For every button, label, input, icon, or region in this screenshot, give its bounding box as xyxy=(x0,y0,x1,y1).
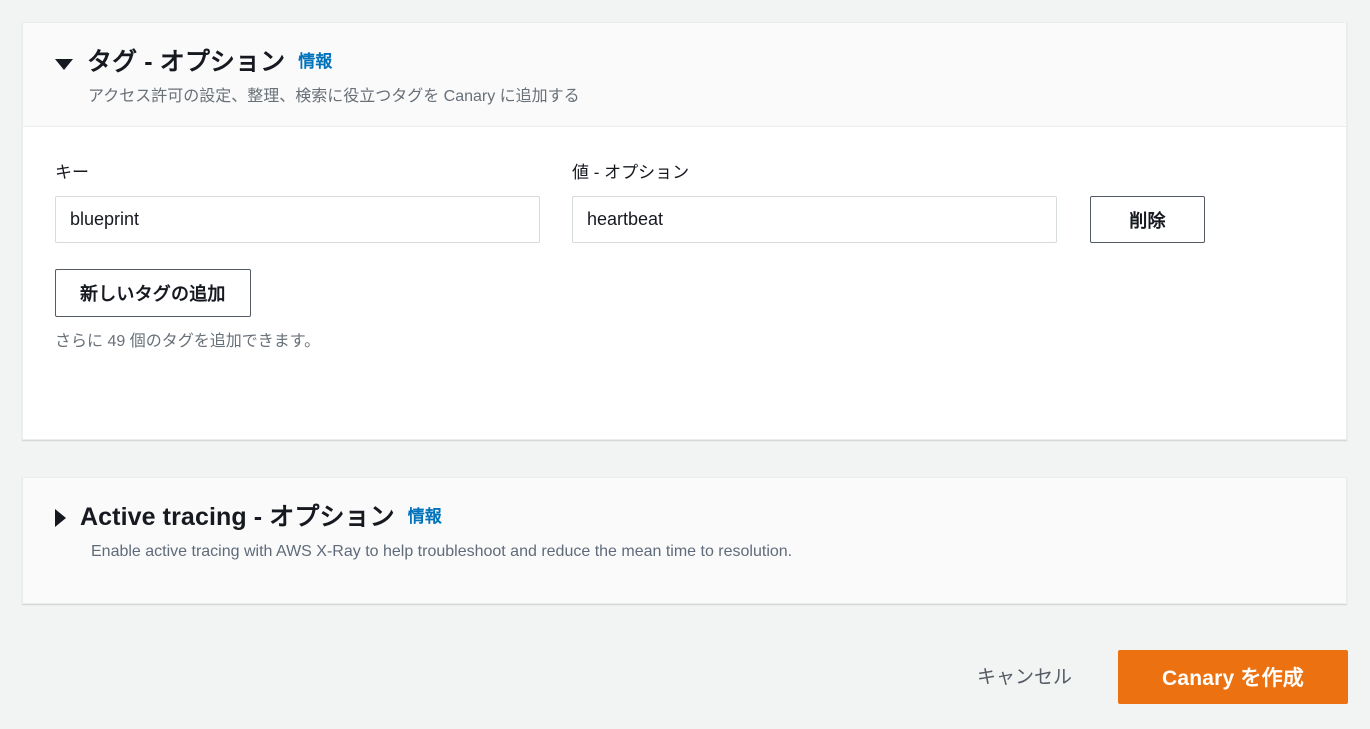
active-tracing-description: Enable active tracing with AWS X-Ray to … xyxy=(91,542,793,560)
remaining-tags-hint: さらに 49 個のタグを追加できます。 xyxy=(55,333,321,351)
active-tracing-panel-header[interactable]: Active tracing - オプション 情報 Enable active … xyxy=(23,478,1346,581)
tag-key-input[interactable] xyxy=(55,196,540,244)
active-tracing-panel: Active tracing - オプション 情報 Enable active … xyxy=(22,477,1347,604)
value-column-label-wrapper: 値 - オプション xyxy=(572,163,1057,183)
tag-row: 削除 xyxy=(55,196,1314,244)
remove-tag-button[interactable]: 削除 xyxy=(1090,196,1205,244)
key-input-wrapper xyxy=(55,196,540,244)
add-new-tag-button[interactable]: 新しいタグの追加 xyxy=(55,269,251,318)
tags-info-link[interactable]: 情報 xyxy=(298,53,332,72)
key-label: キー xyxy=(55,162,89,182)
tag-value-input[interactable] xyxy=(572,196,1057,244)
remove-button-wrapper: 削除 xyxy=(1090,196,1205,244)
tags-panel-body: キー 値 - オプション 削除 新しいタグの追加 さらに 49 xyxy=(23,127,1346,351)
tags-panel-header[interactable]: タグ - オプション 情報 アクセス許可の設定、整理、検索に役立つタグを Can… xyxy=(23,23,1346,127)
create-canary-form-page: タグ - オプション 情報 アクセス許可の設定、整理、検索に役立つタグを Can… xyxy=(0,0,1370,729)
caret-right-icon[interactable] xyxy=(55,508,66,527)
footer-actions: キャンセル Canary を作成 xyxy=(977,650,1348,704)
tags-panel-title: タグ - オプション xyxy=(87,48,286,76)
active-tracing-title: Active tracing - オプション xyxy=(80,503,395,531)
value-input-wrapper xyxy=(572,196,1057,244)
active-tracing-info-link[interactable]: 情報 xyxy=(408,508,442,527)
create-canary-button[interactable]: Canary を作成 xyxy=(1118,650,1348,704)
active-tracing-title-row: Active tracing - オプション 情報 xyxy=(55,503,1314,532)
caret-down-icon[interactable] xyxy=(55,59,73,71)
cancel-button[interactable]: キャンセル xyxy=(977,668,1072,687)
tags-panel-description: アクセス許可の設定、整理、検索に役立つタグを Canary に追加する xyxy=(88,87,580,105)
key-column-label-wrapper: キー xyxy=(55,163,540,183)
tag-column-labels: キー 値 - オプション xyxy=(55,163,1314,183)
tags-panel: タグ - オプション 情報 アクセス許可の設定、整理、検索に役立つタグを Can… xyxy=(22,22,1347,440)
value-label: 値 - オプション xyxy=(572,162,690,182)
tags-panel-title-row: タグ - オプション 情報 xyxy=(55,48,1314,77)
